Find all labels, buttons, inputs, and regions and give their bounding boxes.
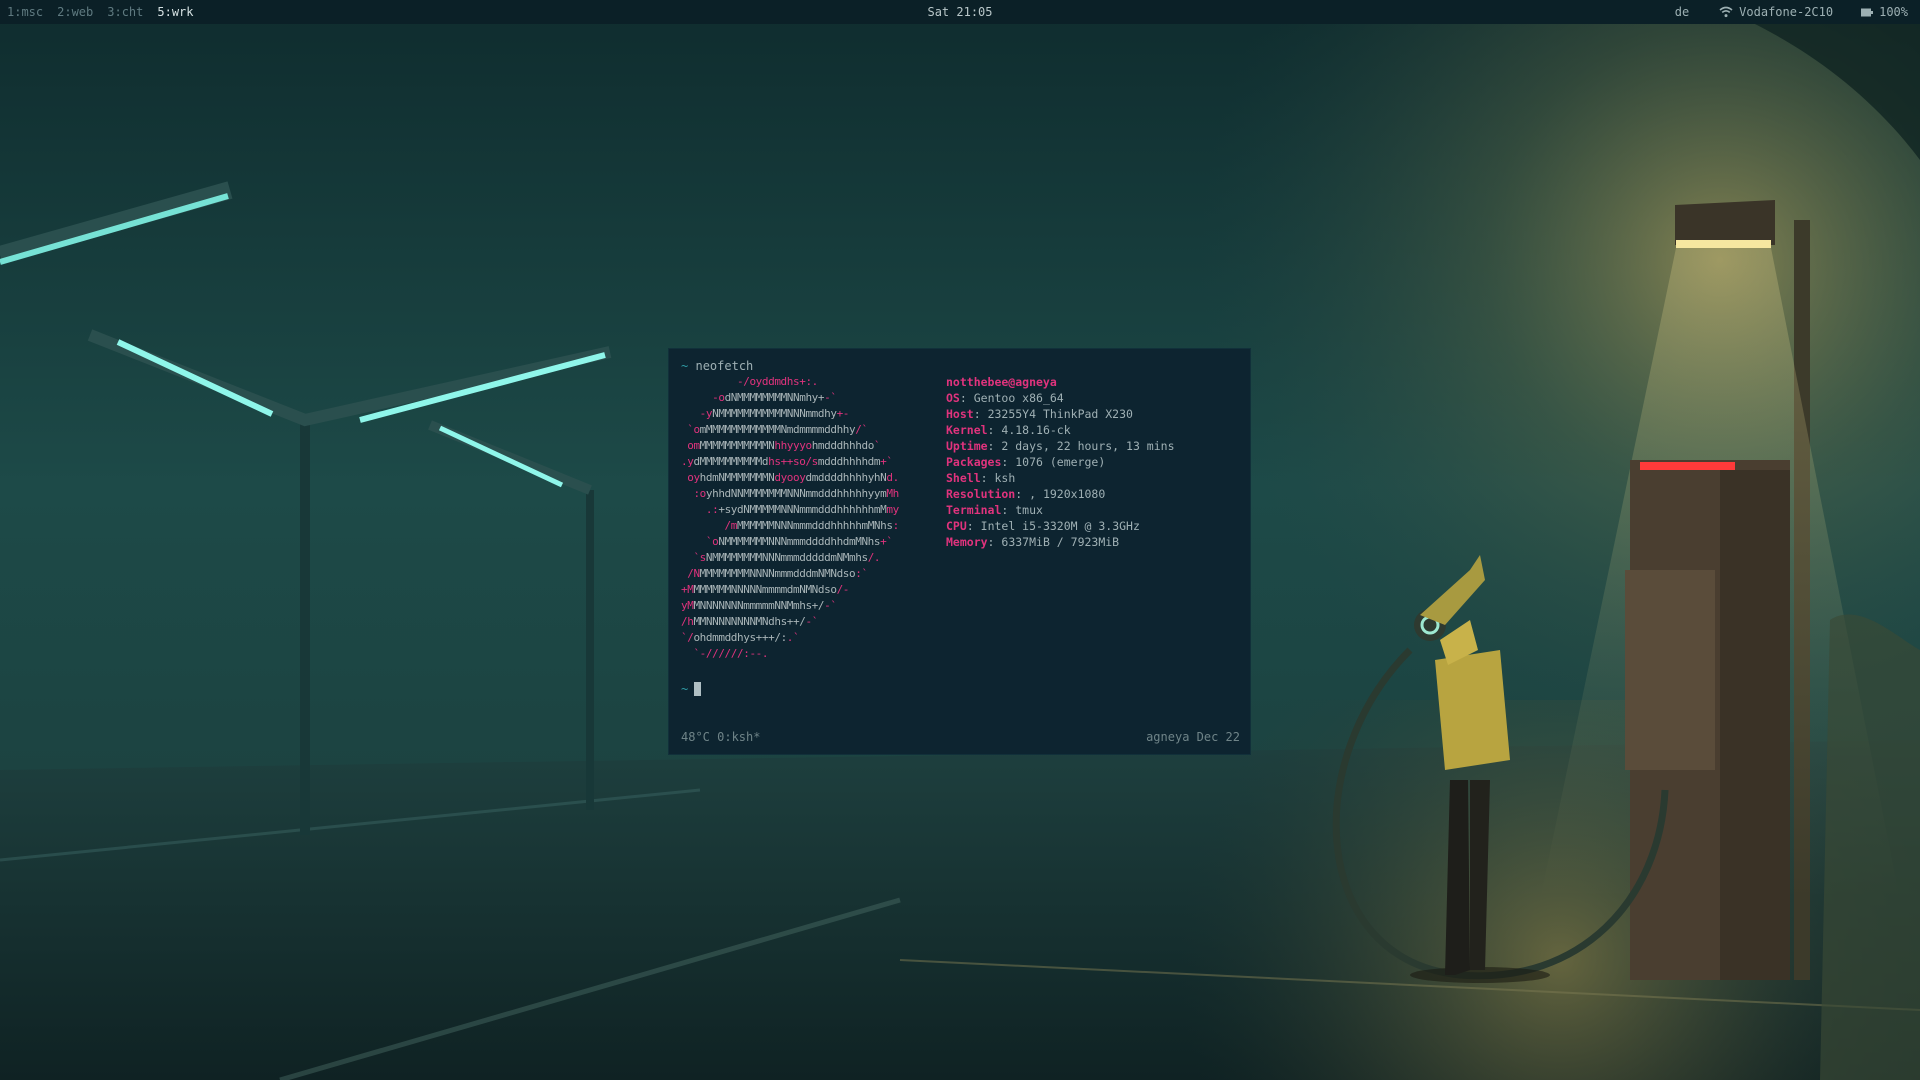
command-line: ~ neofetch (681, 358, 753, 374)
info-value: tmux (1015, 503, 1043, 517)
network-status[interactable]: Vodafone-2C10 (1719, 0, 1833, 24)
info-key: Host (946, 407, 974, 421)
ascii-line: -/oyddmdhs+:. (681, 375, 818, 388)
info-key: Memory (946, 535, 988, 549)
ascii-line: omMMMMMMMMMMMNhhyyyohmdddhhhdo` (681, 439, 881, 452)
text-cursor (694, 682, 702, 696)
system-tray: de Vodafone-2C10 100% (1675, 0, 1908, 24)
info-key: Shell (946, 471, 981, 485)
clock: Sat 21:05 (927, 5, 993, 19)
ascii-line: :oyhhdNNMMMMMMMNNNmmdddhhhhhyymMh (681, 487, 899, 500)
info-value: 1076 (emerge) (1015, 455, 1106, 469)
info-row: Resolution: , 1920x1080 (946, 487, 1106, 501)
info-row: Host: 23255Y4 ThinkPad X230 (946, 407, 1133, 421)
desktop: 1:msc 2:web 3:cht 5:wrk Sat 21:05 de Vod… (0, 0, 1920, 1080)
info-value: 6337MiB / 7923MiB (1001, 535, 1120, 549)
ascii-line: `oNMMMMMMMNNNmmmddddhhdmMNhs+` (681, 535, 893, 548)
keyboard-layout[interactable]: de (1675, 0, 1689, 24)
info-key: OS (946, 391, 960, 405)
user-host: notthebee@agneya (946, 375, 1057, 389)
info-row: Kernel: 4.18.16-ck (946, 423, 1071, 437)
info-value: Intel i5-3320M @ 3.3GHz (980, 519, 1140, 533)
ascii-line: -yNMMMMMMMMMMMNNNmmdhy+- (681, 407, 850, 420)
battery-icon (1861, 8, 1874, 16)
tmux-status-left: 48°C 0:ksh* (681, 730, 761, 744)
info-key: Uptime (946, 439, 988, 453)
ascii-line: `sNMMMMMMMMNNNmmmdddddmNMmhs/. (681, 551, 881, 564)
info-row: OS: Gentoo x86_64 (946, 391, 1064, 405)
info-key: Packages (946, 455, 1002, 469)
top-status-bar: 1:msc 2:web 3:cht 5:wrk Sat 21:05 de Vod… (0, 0, 1920, 24)
ascii-line: /NMMMMMMMMNNNNmmmdddmNMNdso:` (681, 567, 868, 580)
info-row: CPU: Intel i5-3320M @ 3.3GHz (946, 519, 1140, 533)
tmux-status-right: agneya Dec 22 (1146, 730, 1240, 744)
info-value: 2 days, 22 hours, 13 mins (1001, 439, 1175, 453)
active-prompt[interactable]: ~ (681, 681, 702, 697)
network-name: Vodafone-2C10 (1739, 5, 1834, 19)
ascii-line: `/ohdmmddhys+++/:.` (681, 631, 800, 644)
info-key: Resolution (946, 487, 1016, 501)
info-row: Uptime: 2 days, 22 hours, 13 mins (946, 439, 1175, 453)
ascii-line: /hMMNNNNNNNNMNdhs++/-` (681, 615, 818, 628)
info-value: ksh (994, 471, 1016, 485)
ascii-line: yMMNNNNNNNmmmmmNNMmhs+/-` (681, 599, 837, 612)
info-key: Terminal (946, 503, 1002, 517)
info-row: Packages: 1076 (emerge) (946, 455, 1106, 469)
terminal-window[interactable]: ~ neofetch -/oyddmdhs+:. -odNMMMMMMMMNNm… (668, 348, 1251, 755)
info-row: Terminal: tmux (946, 503, 1043, 517)
ascii-line: .ydMMMMMMMMMMdhs++so/smdddhhhhdm+` (681, 455, 893, 468)
info-value: 23255Y4 ThinkPad X230 (987, 407, 1133, 421)
info-key: Kernel (946, 423, 988, 437)
gentoo-ascii-logo: -/oyddmdhs+:. -odNMMMMMMMMNNmhy+-` -yNMM… (681, 374, 899, 662)
ascii-line: .:+sydNMMMMMNNNmmmdddhhhhhhmMmy (681, 503, 899, 516)
battery-status[interactable]: 100% (1861, 0, 1908, 24)
prompt-symbol: ~ (681, 682, 689, 696)
ascii-line: `-//////:--. (681, 647, 769, 660)
ascii-line: `omMMMMMMMMMMMMNmdmmmmddhhy/` (681, 423, 868, 436)
prompt-symbol: ~ (681, 359, 689, 373)
info-row: Memory: 6337MiB / 7923MiB (946, 535, 1120, 549)
ascii-line: +MMMMMMMNNNNNmmmmdmNMNdso/- (681, 583, 850, 596)
command-text: neofetch (695, 359, 754, 373)
info-row: Shell: ksh (946, 471, 1016, 485)
info-value: , 1920x1080 (1029, 487, 1106, 501)
ascii-line: -odNMMMMMMMMNNmhy+-` (681, 391, 837, 404)
system-info: notthebee@agneya OS: Gentoo x86_64 Host:… (946, 374, 1175, 550)
info-key: CPU (946, 519, 967, 533)
ascii-line: /mMMMMMMNNNmmmdddhhhhhmMNhs: (681, 519, 900, 532)
info-value: Gentoo x86_64 (973, 391, 1064, 405)
ascii-line: oyhdmNMMMMMMMNdyooydmddddhhhhyhNd. (681, 471, 899, 484)
wifi-icon (1719, 6, 1733, 18)
info-value: 4.18.16-ck (1001, 423, 1071, 437)
battery-level: 100% (1879, 5, 1908, 19)
